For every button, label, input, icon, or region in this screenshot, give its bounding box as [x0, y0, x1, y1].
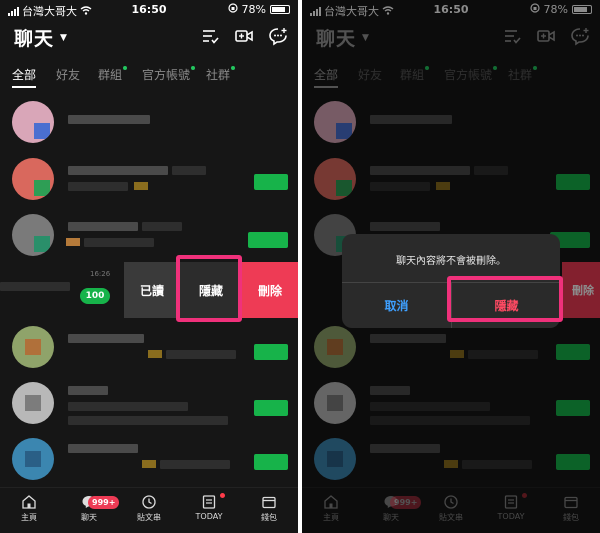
unread-count-badge: 100	[80, 288, 110, 304]
avatar	[12, 158, 54, 200]
avatar	[12, 326, 54, 368]
nav-home[interactable]: 主頁	[4, 494, 54, 523]
page-title[interactable]: 聊天	[14, 24, 54, 51]
status-bar: 台灣大哥大 16:50 78%	[0, 0, 298, 20]
blurred-sticker	[142, 460, 156, 468]
chat-list-screen-swipe: 台灣大哥大 16:50 78% 聊天 ▼ 全部 好友 群組 官方帳號 社群 16…	[0, 0, 298, 533]
chat-timestamp: 16:26	[90, 270, 111, 278]
unread-badge-blurred	[254, 400, 288, 416]
blurred-chat-preview	[160, 460, 230, 469]
avatar	[12, 214, 54, 256]
unread-badge-blurred	[254, 174, 288, 190]
avatar	[12, 382, 54, 424]
blurred-chat-name	[68, 386, 108, 395]
confirm-hide-button[interactable]: 隱藏	[452, 282, 560, 328]
new-indicator-dot	[231, 66, 235, 70]
wallet-icon	[262, 496, 276, 509]
chat-row[interactable]	[0, 208, 298, 264]
video-call-icon[interactable]	[234, 26, 254, 46]
mark-read-button[interactable]: 已讀	[124, 262, 180, 318]
unread-badge-blurred	[254, 454, 288, 470]
home-icon	[22, 495, 36, 509]
bottom-nav: 主頁 聊天 貼文串 TODAY 錢包	[0, 487, 298, 533]
hide-button[interactable]: 隱藏	[180, 262, 242, 318]
blurred-chat-name	[68, 222, 138, 231]
rotation-lock-icon	[227, 3, 238, 16]
blurred-chat-name	[68, 115, 150, 124]
new-indicator-dot	[123, 66, 127, 70]
new-indicator-dot	[191, 66, 195, 70]
blurred-sticker	[134, 182, 148, 190]
nav-home-label: 主頁	[21, 513, 37, 522]
clock-icon	[142, 495, 156, 509]
blurred-chat-preview	[68, 182, 128, 191]
blurred-sticker	[66, 238, 80, 246]
blurred-chat-name	[68, 444, 138, 453]
tab-groups[interactable]: 群組	[98, 66, 122, 83]
avatar	[12, 101, 54, 143]
blurred-chat-preview	[68, 416, 228, 425]
active-tab-indicator	[12, 86, 36, 88]
nav-today-label: TODAY	[195, 512, 223, 521]
new-indicator-dot	[220, 493, 225, 498]
chat-unread-badge: 999+	[88, 496, 120, 509]
chat-row[interactable]	[0, 432, 298, 488]
nav-timeline-label: 貼文串	[137, 513, 161, 522]
chevron-down-icon[interactable]: ▼	[60, 33, 67, 43]
chat-row[interactable]	[0, 152, 298, 208]
chat-filter-tabs: 全部 好友 群組 官方帳號 社群	[0, 60, 298, 90]
avatar	[12, 438, 54, 480]
tab-official-accounts[interactable]: 官方帳號	[142, 66, 190, 83]
unread-badge-blurred	[248, 232, 288, 248]
chat-row[interactable]	[0, 95, 298, 151]
unread-badge-blurred	[254, 344, 288, 360]
blurred-chat-name	[68, 166, 168, 175]
tab-friends[interactable]: 好友	[56, 66, 80, 83]
nav-timeline[interactable]: 貼文串	[124, 494, 174, 523]
nav-today[interactable]: TODAY	[184, 494, 234, 521]
blurred-chat-preview	[84, 238, 154, 247]
sort-icon[interactable]	[200, 26, 220, 46]
cancel-button[interactable]: 取消	[342, 282, 451, 328]
battery-percent: 78%	[241, 3, 266, 16]
news-icon	[202, 495, 216, 509]
chat-row[interactable]	[0, 376, 298, 432]
nav-wallet-label: 錢包	[261, 513, 277, 522]
nav-wallet[interactable]: 錢包	[244, 494, 294, 523]
blurred-chat-name	[142, 222, 182, 231]
chat-row[interactable]	[0, 320, 298, 376]
nav-chat-label: 聊天	[81, 513, 97, 522]
blurred-chat-preview	[0, 282, 70, 291]
new-chat-icon[interactable]	[268, 26, 288, 46]
delete-button[interactable]: 刪除	[242, 262, 298, 318]
blurred-chat-preview	[68, 402, 188, 411]
tab-all[interactable]: 全部	[12, 66, 36, 83]
battery-icon	[270, 5, 290, 14]
tab-community[interactable]: 社群	[206, 66, 230, 83]
chat-list-screen-hide-dialog: 台灣大哥大 16:50 78% 聊天 ▼ 全部 好友 群組 官方帳號 社群 刪除…	[302, 0, 600, 533]
blurred-chat-preview	[166, 350, 236, 359]
blurred-sticker	[148, 350, 162, 358]
header: 聊天 ▼	[0, 20, 298, 58]
blurred-chat-name	[68, 334, 144, 343]
dialog-message: 聊天內容將不會被刪除。	[396, 256, 506, 267]
blurred-chat-name	[172, 166, 206, 175]
hide-confirm-dialog: 聊天內容將不會被刪除。 取消 隱藏	[342, 234, 560, 328]
